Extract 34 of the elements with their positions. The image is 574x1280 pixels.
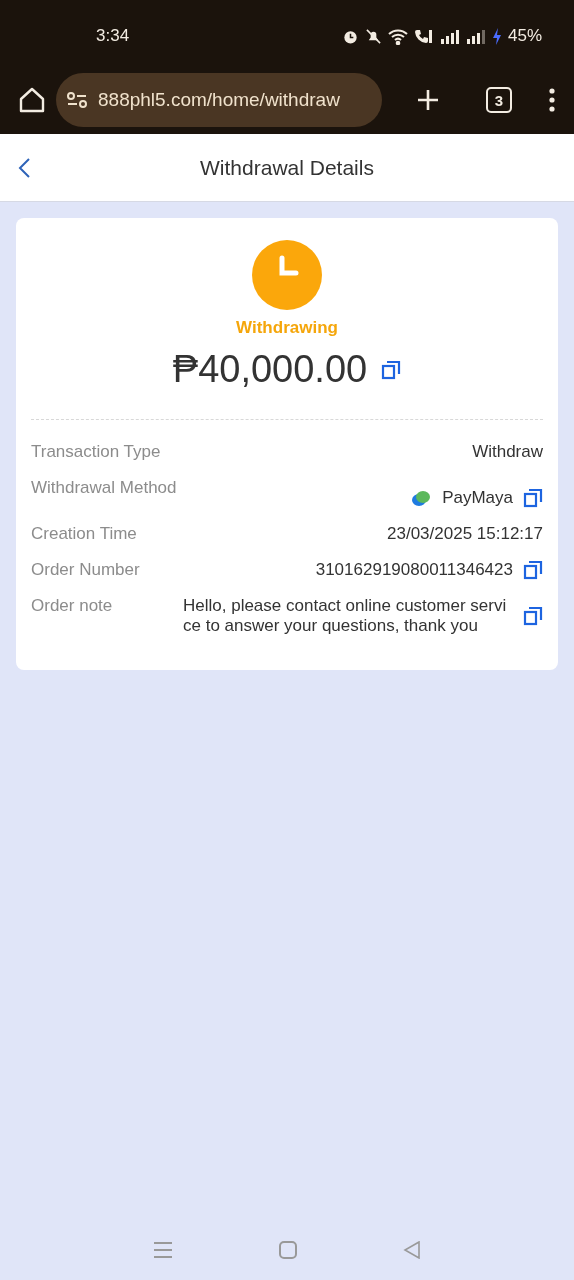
back-icon[interactable] [17,156,31,179]
detail-label: Withdrawal Method [31,478,177,498]
copy-icon[interactable] [381,359,402,380]
wifi-icon [387,27,408,45]
detail-value: 23/03/2025 15:12:17 [387,524,543,544]
signal-icon [465,27,486,45]
detail-label: Order Number [31,560,140,580]
detail-value: PayMaya [442,488,513,508]
tab-switcher-button[interactable]: 3 [486,87,512,113]
page-title: Withdrawal Details [200,155,374,180]
clock-icon [252,240,322,310]
charging-icon [491,27,502,45]
detail-value: 310162919080011346423 [315,560,513,580]
site-settings-icon[interactable] [66,91,88,109]
status-label: Withdrawing [236,318,338,338]
copy-icon[interactable] [523,560,543,580]
detail-label: Transaction Type [31,442,161,462]
detail-value: Withdraw [472,442,543,462]
detail-value: Hello, please contact online customer service to answer your questions, thank you [183,596,508,636]
wallet-logo-icon [410,489,433,507]
menu-icon[interactable] [548,88,556,112]
signal-icon [439,27,460,45]
copy-icon[interactable] [523,606,543,626]
new-tab-icon[interactable] [416,88,440,112]
detail-label: Order note [31,596,113,616]
amount: ₱40,000.00 [172,348,368,391]
home-icon[interactable] [18,86,46,114]
address-bar[interactable]: 888phl5.com/home/withdraw [56,73,382,127]
call-icon [413,27,434,45]
detail-label: Creation Time [31,524,137,544]
mute-icon [364,27,382,45]
copy-icon[interactable] [523,488,543,508]
status-time: 3:34 [96,26,131,46]
battery-percentage: 45% [507,26,542,46]
